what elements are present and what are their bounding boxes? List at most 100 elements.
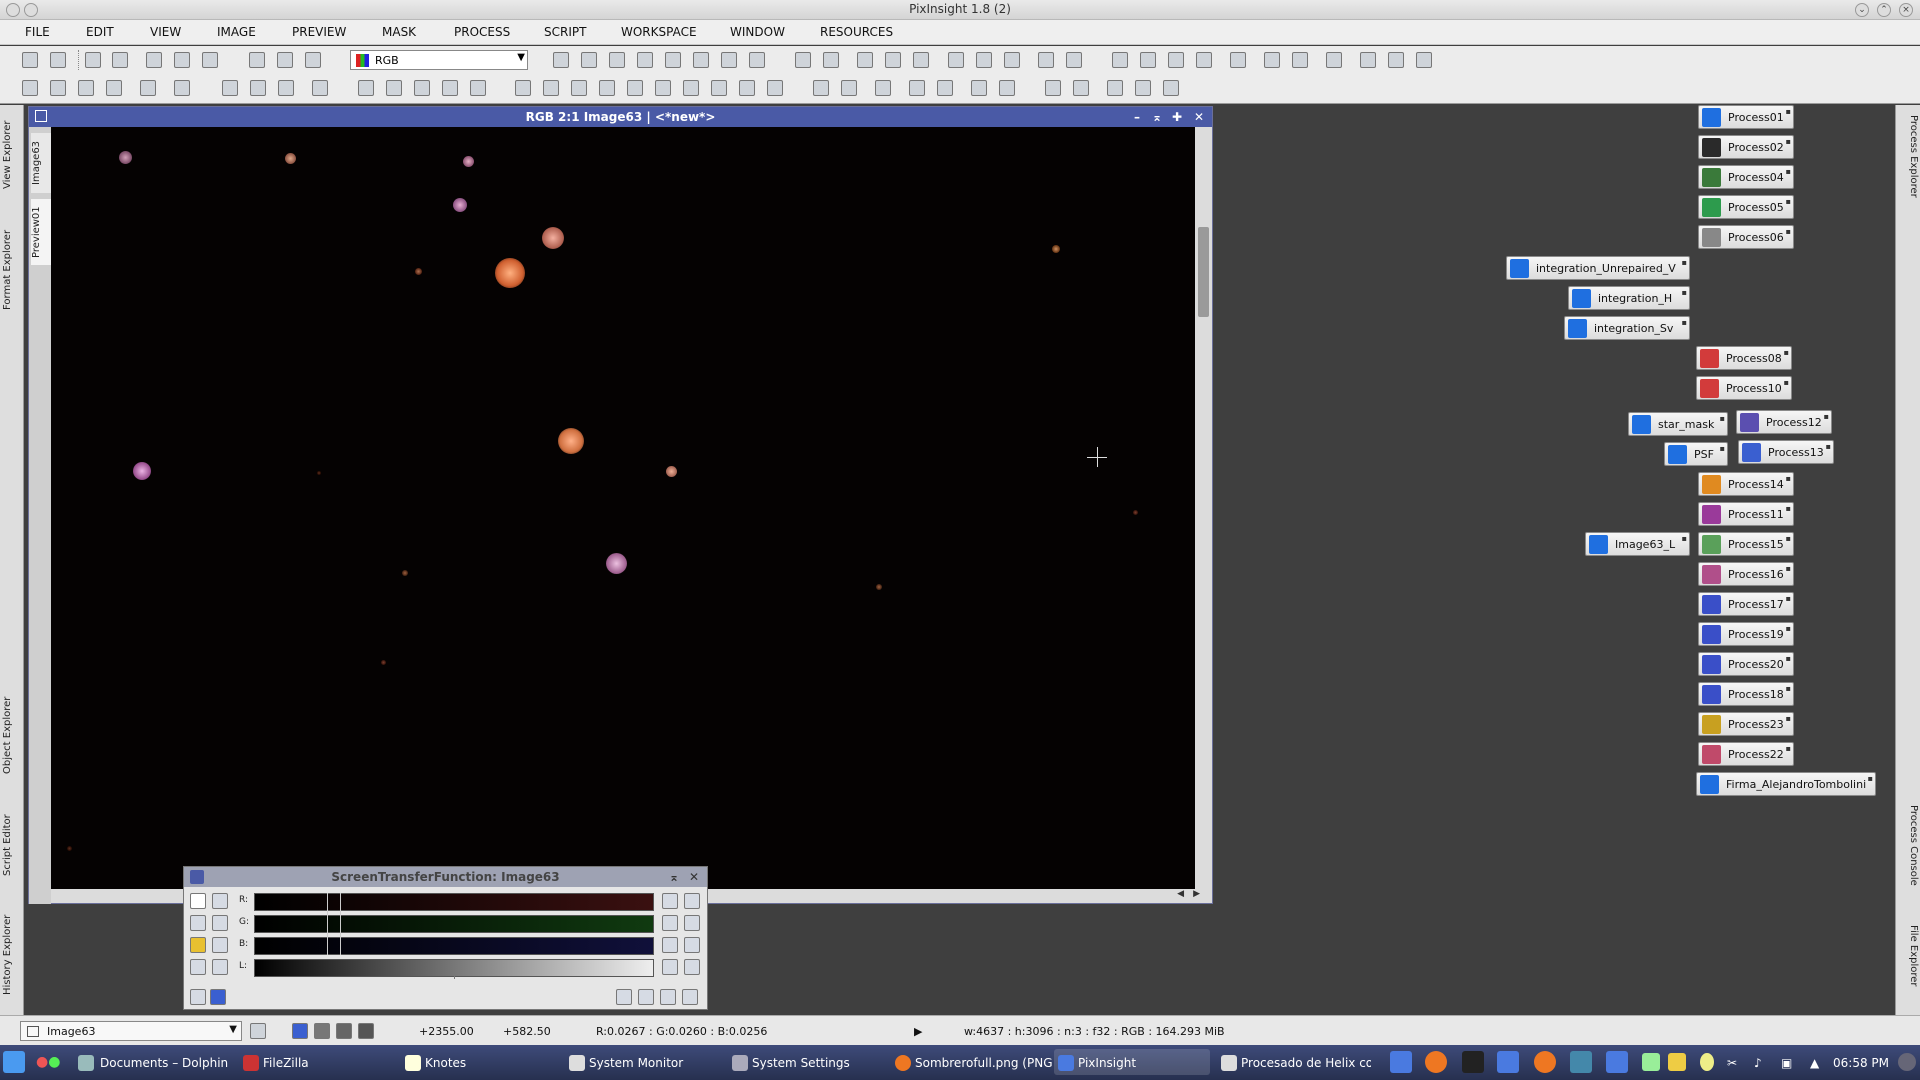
zoom-fit-icon[interactable] [885,52,901,68]
mask-delete-icon[interactable] [174,80,190,96]
monitor-film-icon[interactable] [841,80,857,96]
close-icon[interactable]: × [1899,3,1913,17]
cascade-icon[interactable] [1066,52,1082,68]
process-icon-process18[interactable]: Process18 ▪ [1698,682,1794,706]
preview-icon[interactable] [616,989,632,1005]
display-mode-9-icon[interactable] [739,80,755,96]
process-icon-process23[interactable]: Process23 ▪ [1698,712,1794,736]
firefox-launcher-icon[interactable] [1425,1051,1447,1073]
display-channel-1-icon[interactable] [292,1023,308,1039]
display-mode-4-icon[interactable] [599,80,615,96]
task-procesado-helix[interactable]: Procesado de Helix con [1241,1056,1371,1070]
display-channel-4-icon[interactable] [358,1023,374,1039]
minimize-icon[interactable]: ⌄ [1855,3,1869,17]
task-filezilla[interactable]: FileZilla [263,1056,309,1070]
fit-view-icon[interactable] [948,52,964,68]
pixinsight-launcher-icon[interactable] [1390,1051,1412,1073]
menu-preview[interactable]: PREVIEW [292,25,346,39]
import-icon[interactable] [1264,52,1280,68]
shade-window-icon[interactable]: ⌅ [1152,107,1162,127]
process-icon-process19[interactable]: Process19 ▪ [1698,622,1794,646]
tab-format-explorer[interactable]: Format Explorer [2,220,22,320]
screen-settings-icon[interactable] [999,80,1015,96]
process-icon-process04[interactable]: Process04 ▪ [1698,165,1794,189]
menu-window[interactable]: WINDOW [730,25,785,39]
screen-delete-2-icon[interactable] [937,80,953,96]
screen-copy-icon[interactable] [875,80,891,96]
menu-edit[interactable]: EDIT [86,25,114,39]
process-icon-process17[interactable]: Process17 ▪ [1698,592,1794,616]
process-icon-handle[interactable]: ▪ [1786,137,1791,146]
stf-window[interactable]: ScreenTransferFunction: Image63 ⌅ ✕ R: G… [183,866,708,1010]
maximize-window-icon[interactable]: ✚ [1172,107,1182,127]
process-icon-handle[interactable]: ▪ [1786,624,1791,633]
reset-l-icon[interactable] [662,959,678,975]
process-icon-process01[interactable]: Process01 ▪ [1698,105,1794,129]
tab-process-explorer[interactable]: Process Explorer [1899,115,1919,225]
geometry-2-icon[interactable] [250,80,266,96]
tray-expand-icon[interactable]: ▲ [1810,1056,1819,1070]
pan-mode-icon[interactable] [553,52,569,68]
network-icon[interactable]: ▣ [1781,1056,1792,1070]
zoom-optimal-icon[interactable] [913,52,929,68]
process-icon-handle[interactable]: ▪ [1682,318,1687,327]
process-icon-handle[interactable]: ▪ [1786,107,1791,116]
pointer-icon[interactable] [749,52,765,68]
rotate-right-icon[interactable] [386,80,402,96]
volume-icon[interactable]: ♪ [1754,1056,1762,1070]
process-icon-process08[interactable]: Process08 ▪ [1696,346,1792,370]
zoom-1-1-icon[interactable] [857,52,873,68]
g-settings-icon[interactable] [684,915,700,931]
mask-remove-icon[interactable] [1196,52,1212,68]
lightbulb-icon[interactable] [1700,1053,1714,1071]
firefox-launcher-2-icon[interactable] [1534,1051,1556,1073]
export-icon[interactable] [1292,52,1308,68]
clock[interactable]: 06:58 PM [1833,1056,1889,1070]
scroll-left-icon[interactable]: ◀ [1177,889,1184,899]
horizontal-resize-icon[interactable] [212,959,228,975]
edit-preview-icon[interactable] [721,52,737,68]
tab-view-explorer[interactable]: View Explorer [2,115,22,195]
view-list-icon[interactable] [250,1023,266,1039]
process-icon-handle[interactable]: ▪ [1786,474,1791,483]
menu-image[interactable]: IMAGE [217,25,256,39]
reset-b-icon[interactable] [662,937,678,953]
mask-select-icon[interactable] [1140,52,1156,68]
mask-invert-icon[interactable] [1168,52,1184,68]
menu-process[interactable]: PROCESS [454,25,510,39]
channel-r-slider[interactable] [254,893,654,911]
process-icon-handle[interactable]: ▪ [1720,414,1725,423]
tab-image63[interactable]: Image63 [31,133,51,193]
stf-zoom-reset-icon[interactable] [212,937,228,953]
layout-3-icon[interactable] [1107,80,1123,96]
process-icon-process14[interactable]: Process14 ▪ [1698,472,1794,496]
wrench-icon[interactable] [190,959,206,975]
process-icon-handle[interactable]: ▪ [1682,288,1687,297]
undo-icon[interactable] [22,52,38,68]
stf-close-icon[interactable]: ✕ [689,867,699,887]
display-mode-6-icon[interactable] [655,80,671,96]
window-menu-icon[interactable] [35,110,47,122]
display-mode-8-icon[interactable] [711,80,727,96]
zoom-out-mode-icon[interactable] [609,52,625,68]
process-icon-process02[interactable]: Process02 ▪ [1698,135,1794,159]
center-icon[interactable] [665,52,681,68]
geometry-1-icon[interactable] [222,80,238,96]
apply-check-icon[interactable] [660,989,676,1005]
process-icon-handle[interactable]: ▪ [1786,564,1791,573]
tab-object-explorer[interactable]: Object Explorer [2,685,22,785]
task-pixinsight[interactable]: PixInsight [1078,1056,1136,1070]
tab-preview01[interactable]: Preview01 [31,199,51,265]
mask-link-icon[interactable] [140,80,156,96]
scroll-right-icon[interactable]: ▶ [1193,889,1200,899]
layout-2-icon[interactable] [1073,80,1089,96]
activities-icon[interactable]: ●● [36,1051,66,1073]
display-channel-3-icon[interactable] [336,1023,352,1039]
process-icon-handle[interactable]: ▪ [1786,534,1791,543]
process-icon-process06[interactable]: Process06 ▪ [1698,225,1794,249]
monitor-output-icon[interactable] [684,959,700,975]
task-dolphin[interactable]: Documents – Dolphin [100,1056,228,1070]
channel-b-slider[interactable] [254,937,654,955]
mail-icon[interactable] [1570,1051,1592,1073]
display-mode-1-icon[interactable] [515,80,531,96]
